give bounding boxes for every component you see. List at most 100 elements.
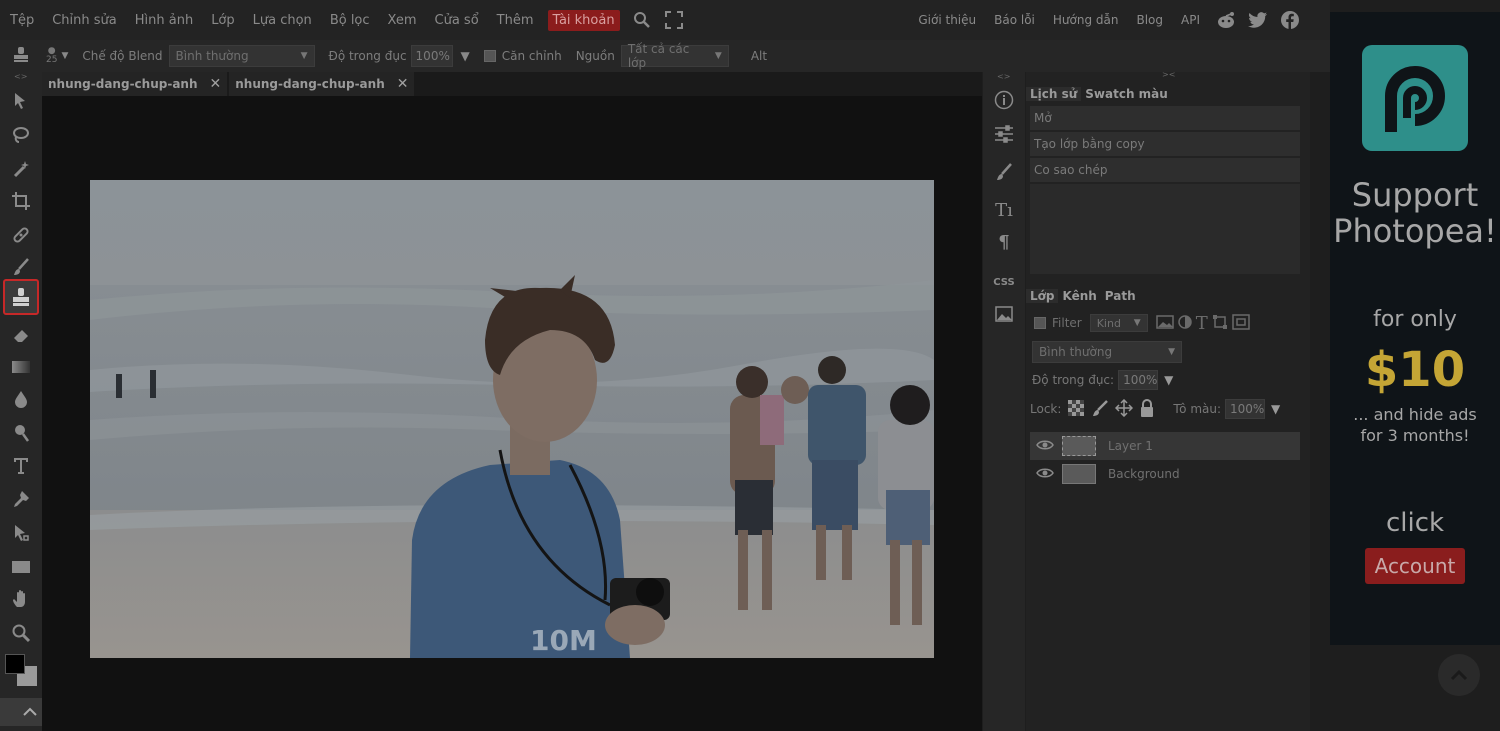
filter-adjustment-icon[interactable] (1177, 314, 1192, 332)
clone-stamp-preset-icon[interactable] (12, 46, 30, 67)
css-panel-icon[interactable]: CSS (992, 270, 1016, 294)
link-report-bug[interactable]: Báo lỗi (990, 10, 1039, 30)
tab-layers[interactable]: Lớp (1026, 289, 1059, 303)
menu-file[interactable]: Tệp (6, 10, 38, 31)
menu-more[interactable]: Thêm (493, 10, 538, 31)
source-select[interactable]: Tất cả các lớp ▼ (620, 42, 729, 70)
eye-icon[interactable] (1036, 467, 1054, 482)
tab-channels[interactable]: Kênh (1058, 289, 1100, 303)
reddit-icon[interactable] (1216, 10, 1236, 30)
lock-position-icon[interactable] (1115, 398, 1134, 420)
layer-row[interactable]: Background (1030, 460, 1300, 488)
tab-paths[interactable]: Path (1101, 289, 1140, 303)
magic-wand-tool-icon[interactable] (8, 156, 34, 182)
filter-kind-select[interactable]: Kind ▼ (1089, 314, 1148, 332)
search-icon[interactable] (632, 10, 652, 30)
panel-collapse-arrows-icon[interactable]: <> (14, 72, 27, 81)
layer-name: Background (1108, 467, 1180, 481)
path-selection-tool-icon[interactable] (8, 520, 34, 546)
link-api[interactable]: API (1177, 10, 1204, 30)
dodge-tool-icon[interactable] (8, 420, 34, 446)
hand-tool-icon[interactable] (8, 586, 34, 612)
twitter-icon[interactable] (1248, 10, 1268, 30)
character-icon[interactable]: Tı (992, 198, 1016, 222)
menu-view[interactable]: Xem (384, 10, 421, 31)
image-panel-icon[interactable] (992, 302, 1016, 326)
menu-account[interactable]: Tài khoản (547, 9, 620, 31)
panel-collapse-arrows-icon[interactable]: <> (997, 72, 1010, 81)
ad-for-only: for only (1373, 307, 1457, 332)
opacity-slider-toggle-icon[interactable]: ▼ (1164, 373, 1173, 387)
info-icon[interactable] (992, 88, 1016, 112)
eye-icon[interactable] (1036, 439, 1054, 454)
eraser-tool-icon[interactable] (8, 322, 34, 348)
menu-layer[interactable]: Lớp (207, 10, 238, 31)
brush-tool-icon[interactable] (8, 254, 34, 280)
filter-shape-icon[interactable] (1212, 314, 1228, 333)
history-item[interactable]: Tạo lớp bằng copy (1030, 132, 1300, 158)
brush-settings-icon[interactable] (992, 160, 1016, 184)
lasso-tool-icon[interactable] (8, 122, 34, 148)
document-tab[interactable]: nhung-dang-chup-anh ✕ (42, 72, 228, 96)
history-item[interactable]: Mở (1030, 106, 1300, 132)
filter-type-icon[interactable]: T (1196, 313, 1208, 334)
chevron-down-icon[interactable]: ▼ (61, 51, 68, 61)
photopea-logo[interactable] (1362, 45, 1468, 151)
layer-blend-row: Bình thường ▼ (1032, 338, 1310, 366)
facebook-icon[interactable] (1280, 10, 1300, 30)
lock-pixels-icon[interactable] (1091, 399, 1109, 420)
rectangle-tool-icon[interactable] (8, 554, 34, 580)
foreground-color-swatch[interactable] (5, 654, 25, 674)
canvas-workspace[interactable]: 10M (42, 96, 982, 731)
fullscreen-icon[interactable] (664, 10, 684, 30)
lock-transparency-icon[interactable] (1067, 399, 1085, 420)
history-item[interactable]: Co sao chép (1030, 158, 1300, 184)
link-blog[interactable]: Blog (1132, 10, 1167, 30)
menu-image[interactable]: Hình ảnh (131, 10, 197, 31)
color-swatches[interactable] (5, 654, 39, 688)
filter-pixel-icon[interactable] (1155, 314, 1174, 332)
scroll-to-top-button[interactable] (1438, 654, 1480, 696)
blur-tool-icon[interactable] (8, 386, 34, 412)
adjustments-icon[interactable] (992, 122, 1016, 146)
zoom-tool-icon[interactable] (8, 620, 34, 646)
paragraph-icon[interactable]: ¶ (992, 230, 1016, 254)
gradient-tool-icon[interactable] (8, 354, 34, 380)
panel-collapse-arrows-icon[interactable]: >< (1162, 70, 1175, 79)
tab-history[interactable]: Lịch sử (1026, 87, 1082, 101)
move-tool-icon[interactable] (8, 88, 34, 114)
align-checkbox[interactable] (483, 50, 496, 62)
link-tutorial[interactable]: Hướng dẫn (1049, 10, 1123, 30)
brush-size-picker[interactable]: ● 25 (46, 47, 57, 65)
close-icon[interactable]: ✕ (397, 76, 409, 92)
menu-filter[interactable]: Bộ lọc (326, 10, 374, 31)
fill-slider-toggle-icon[interactable]: ▼ (1271, 402, 1280, 416)
clone-stamp-tool-icon[interactable] (3, 279, 39, 315)
menu-edit[interactable]: Chỉnh sửa (48, 10, 121, 31)
pen-tool-icon[interactable] (8, 486, 34, 512)
layer-opacity-row: Độ trong đục: 100% ▼ (1032, 366, 1310, 394)
document-tab[interactable]: nhung-dang-chup-anh ✕ (229, 72, 415, 96)
opacity-input[interactable]: 100% (410, 45, 453, 67)
fill-input[interactable]: 100% (1225, 399, 1266, 419)
document-canvas-image[interactable]: 10M (90, 180, 934, 658)
crop-tool-icon[interactable] (8, 188, 34, 214)
blend-mode-select[interactable]: Bình thường ▼ (168, 45, 315, 67)
source-label: Nguồn (575, 49, 615, 63)
link-about[interactable]: Giới thiệu (914, 10, 980, 30)
type-tool-icon[interactable] (8, 452, 34, 478)
ad-account-button[interactable]: Account (1364, 548, 1466, 584)
menu-select[interactable]: Lựa chọn (249, 10, 316, 31)
healing-brush-tool-icon[interactable] (8, 222, 34, 248)
lock-all-icon[interactable] (1139, 398, 1155, 421)
layer-opacity-input[interactable]: 100% (1118, 370, 1159, 390)
layer-blend-select[interactable]: Bình thường ▼ (1032, 341, 1182, 363)
layer-row[interactable]: Layer 1 (1030, 432, 1300, 460)
menu-window[interactable]: Cửa sổ (431, 10, 483, 31)
tab-swatches[interactable]: Swatch màu (1081, 87, 1172, 101)
filter-smart-object-icon[interactable] (1231, 313, 1250, 333)
opacity-slider-toggle-icon[interactable]: ▼ (461, 49, 470, 63)
svg-text:10M: 10M (530, 624, 597, 657)
close-icon[interactable]: ✕ (210, 76, 222, 92)
filter-checkbox[interactable] (1034, 317, 1046, 329)
